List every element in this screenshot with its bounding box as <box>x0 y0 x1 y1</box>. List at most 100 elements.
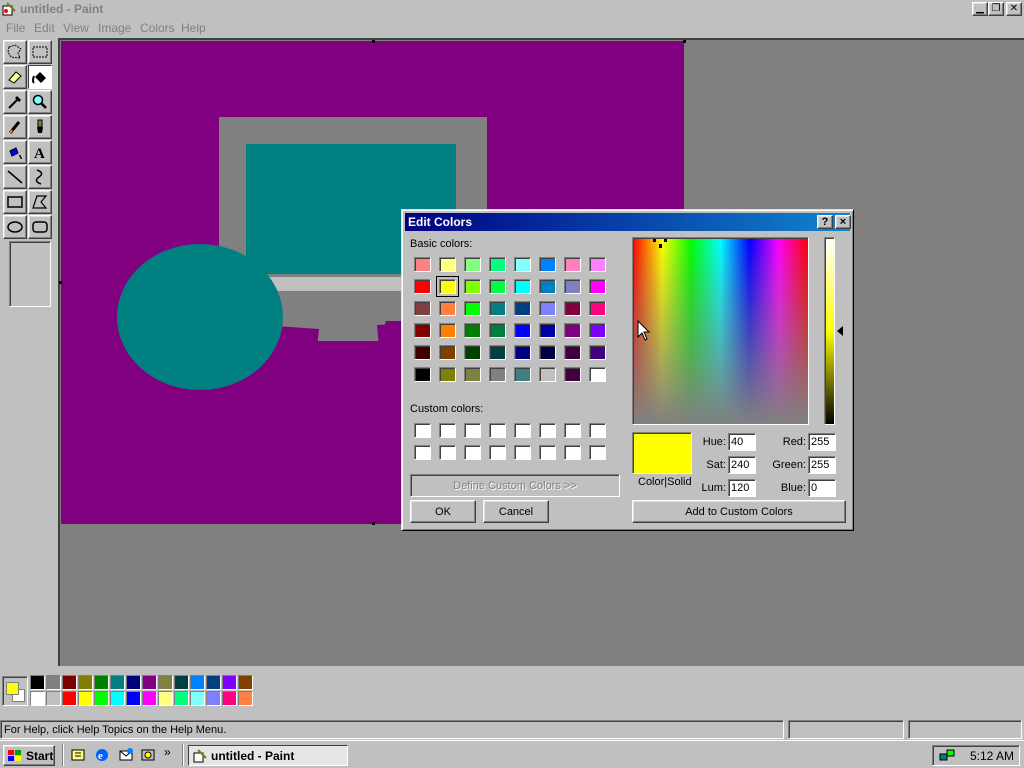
green-input[interactable]: 255 <box>808 456 836 474</box>
fill-with-color-tool[interactable] <box>28 65 52 89</box>
custom-color-swatch[interactable] <box>439 445 456 460</box>
show-desktop-icon[interactable] <box>70 747 86 763</box>
quick-launch-chevron-icon[interactable]: » <box>164 745 171 759</box>
palette-color-swatch[interactable] <box>62 675 77 690</box>
channels-icon[interactable] <box>140 747 156 763</box>
help-button[interactable]: ? <box>817 215 833 229</box>
rounded-rectangle-tool[interactable] <box>28 215 52 239</box>
basic-color-swatch[interactable] <box>439 345 456 360</box>
basic-color-swatch[interactable] <box>564 367 581 382</box>
dialog-close-button[interactable]: × <box>835 215 851 229</box>
basic-color-swatch[interactable] <box>564 257 581 272</box>
text-tool[interactable]: A <box>28 140 52 164</box>
cancel-button[interactable]: Cancel <box>483 500 549 523</box>
palette-color-swatch[interactable] <box>78 691 93 706</box>
palette-color-swatch[interactable] <box>110 691 125 706</box>
ellipse-tool[interactable] <box>3 215 27 239</box>
menu-help[interactable]: Help <box>181 21 206 35</box>
curve-tool[interactable] <box>28 165 52 189</box>
add-to-custom-colors-button[interactable]: Add to Custom Colors <box>632 500 846 523</box>
basic-color-swatch[interactable] <box>464 257 481 272</box>
basic-color-swatch[interactable] <box>564 323 581 338</box>
basic-color-swatch[interactable] <box>589 367 606 382</box>
basic-color-swatch[interactable] <box>489 323 506 338</box>
custom-color-swatch[interactable] <box>589 445 606 460</box>
basic-color-swatch[interactable] <box>589 279 606 294</box>
menu-colors[interactable]: Colors <box>140 21 175 35</box>
dialog-titlebar[interactable]: Edit Colors ? × <box>405 213 851 231</box>
basic-color-swatch[interactable] <box>489 367 506 382</box>
basic-color-swatch[interactable] <box>564 345 581 360</box>
basic-color-swatch[interactable] <box>464 345 481 360</box>
basic-color-swatch[interactable] <box>539 279 556 294</box>
resize-handle-bottom[interactable] <box>372 522 375 525</box>
internet-explorer-icon[interactable]: e <box>94 747 110 763</box>
palette-color-swatch[interactable] <box>62 691 77 706</box>
basic-color-swatch[interactable] <box>514 257 531 272</box>
custom-color-swatch[interactable] <box>489 423 506 438</box>
menu-image[interactable]: Image <box>98 21 131 35</box>
basic-color-swatch[interactable] <box>589 323 606 338</box>
sat-input[interactable]: 240 <box>728 456 756 474</box>
palette-color-swatch[interactable] <box>142 691 157 706</box>
basic-color-swatch[interactable] <box>564 279 581 294</box>
minimize-button[interactable]: ▁ <box>972 2 988 16</box>
basic-color-swatch[interactable] <box>464 323 481 338</box>
line-tool[interactable] <box>3 165 27 189</box>
palette-color-swatch[interactable] <box>78 675 93 690</box>
palette-color-swatch[interactable] <box>94 691 109 706</box>
palette-color-swatch[interactable] <box>190 675 205 690</box>
luminosity-slider[interactable] <box>824 237 835 425</box>
basic-color-swatch[interactable] <box>414 257 431 272</box>
basic-color-swatch[interactable] <box>439 367 456 382</box>
basic-color-swatch[interactable] <box>539 301 556 316</box>
palette-color-swatch[interactable] <box>206 691 221 706</box>
basic-color-swatch[interactable] <box>539 323 556 338</box>
resize-handle-top-right[interactable] <box>683 40 686 43</box>
custom-color-swatch[interactable] <box>489 445 506 460</box>
tool-options-panel[interactable] <box>9 241 51 307</box>
custom-color-swatch[interactable] <box>539 423 556 438</box>
palette-color-swatch[interactable] <box>158 675 173 690</box>
basic-color-swatch[interactable] <box>489 301 506 316</box>
basic-color-swatch[interactable] <box>564 301 581 316</box>
basic-color-swatch[interactable] <box>539 367 556 382</box>
network-tray-icon[interactable] <box>939 748 955 764</box>
define-custom-colors-button[interactable]: Define Custom Colors >> <box>410 474 620 497</box>
restore-button[interactable]: ❐ <box>988 2 1004 16</box>
custom-color-swatch[interactable] <box>564 423 581 438</box>
basic-color-swatch[interactable] <box>514 323 531 338</box>
red-input[interactable]: 255 <box>808 433 836 451</box>
basic-color-swatch[interactable] <box>414 301 431 316</box>
basic-color-swatch[interactable] <box>514 345 531 360</box>
custom-color-swatch[interactable] <box>414 423 431 438</box>
palette-color-swatch[interactable] <box>174 691 189 706</box>
custom-color-swatch[interactable] <box>464 423 481 438</box>
close-button[interactable]: ✕ <box>1006 2 1022 16</box>
palette-color-swatch[interactable] <box>30 675 45 690</box>
palette-color-swatch[interactable] <box>158 691 173 706</box>
pencil-tool[interactable] <box>3 115 27 139</box>
palette-color-swatch[interactable] <box>206 675 221 690</box>
lum-input[interactable]: 120 <box>728 479 756 497</box>
basic-color-swatch[interactable] <box>589 301 606 316</box>
custom-color-swatch[interactable] <box>589 423 606 438</box>
menu-view[interactable]: View <box>63 21 89 35</box>
basic-color-swatch[interactable] <box>439 301 456 316</box>
custom-color-swatch[interactable] <box>514 445 531 460</box>
eraser-tool[interactable] <box>3 65 27 89</box>
custom-color-swatch[interactable] <box>439 423 456 438</box>
ok-button[interactable]: OK <box>410 500 476 523</box>
custom-color-swatch[interactable] <box>414 445 431 460</box>
palette-color-swatch[interactable] <box>174 675 189 690</box>
basic-color-swatch[interactable] <box>439 323 456 338</box>
palette-color-swatch[interactable] <box>238 675 253 690</box>
basic-color-swatch[interactable] <box>414 323 431 338</box>
polygon-tool[interactable] <box>28 190 52 214</box>
magnifier-tool[interactable] <box>28 90 52 114</box>
outlook-express-icon[interactable] <box>118 747 134 763</box>
basic-color-swatch[interactable] <box>414 279 431 294</box>
brush-tool[interactable] <box>28 115 52 139</box>
custom-color-swatch[interactable] <box>539 445 556 460</box>
basic-color-swatch[interactable] <box>589 345 606 360</box>
